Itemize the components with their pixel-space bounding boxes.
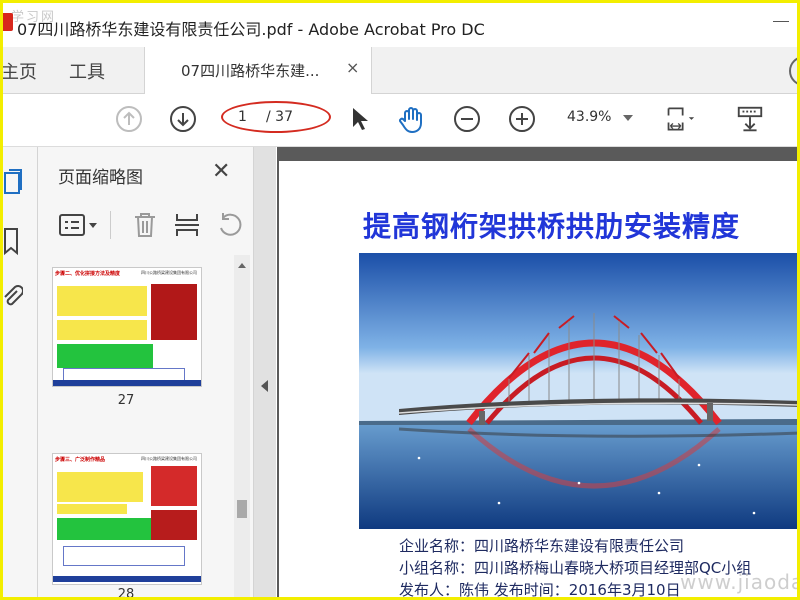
- arrow-down-circle-icon: [170, 106, 196, 132]
- left-navigation-rail: [3, 147, 38, 597]
- extract-pages-icon[interactable]: [173, 211, 201, 239]
- scrollbar-thumb[interactable]: [237, 500, 247, 518]
- publisher-line: 发布人：陈伟 发布时间：2016年3月10日: [399, 581, 681, 599]
- plus-circle-icon: [509, 106, 535, 132]
- panel-title: 页面缩略图: [58, 168, 143, 188]
- thumbnail-heading: 步骤三、广泛制作精品: [55, 457, 106, 463]
- previous-page-button[interactable]: [114, 104, 144, 134]
- document-headline: 提高钢桁架拱桥拱肋安装精度: [363, 210, 741, 243]
- zoom-dropdown-icon[interactable]: [623, 115, 633, 121]
- tab-document[interactable]: 07四川路桥华东建... ×: [144, 47, 372, 94]
- panel-toolbar: [38, 205, 253, 247]
- paperclip-icon[interactable]: [3, 283, 23, 313]
- options-menu-icon[interactable]: [58, 213, 102, 239]
- trash-icon[interactable]: [132, 211, 158, 239]
- select-tool-button[interactable]: [345, 104, 375, 134]
- tab-home[interactable]: 主页: [3, 58, 37, 84]
- bridge-photo: [359, 253, 797, 529]
- tab-document-label: 07四川路桥华东建...: [181, 62, 320, 80]
- thumbnail-caption: 四川公路桥梁建设集团有限公司: [141, 270, 197, 275]
- scroll-mode-button[interactable]: [735, 104, 765, 134]
- document-viewer[interactable]: 提高钢桁架拱桥拱肋安装精度 企业名称：四川路桥华东建设有限责任公司 小组名称：四…: [277, 147, 797, 597]
- thumbnail-photo: [151, 466, 197, 506]
- thumbnail-label-27: 27: [117, 393, 135, 408]
- company-name-line: 企业名称：四川路桥华东建设有限责任公司: [399, 537, 685, 555]
- pdf-page: 提高钢桁架拱桥拱肋安装精度 企业名称：四川路桥华东建设有限责任公司 小组名称：四…: [279, 161, 797, 599]
- thumbnail-green-block: [57, 344, 153, 368]
- pointer-arrow-icon: [353, 108, 368, 130]
- thumbnail-yellow-block: [57, 472, 143, 502]
- toolbar-divider: [110, 211, 111, 239]
- zoom-level-value: 43.9%: [567, 109, 612, 125]
- minus-circle-icon: [454, 106, 480, 132]
- page-thumbnails-panel: 页面缩略图 ✕ 步骤二、优化拼接方法及精度 四川公路桥梁建设集团有限公司 27: [38, 147, 254, 597]
- minimize-icon[interactable]: [773, 21, 789, 22]
- toolbar: 1 / 37 43.9%: [3, 94, 797, 147]
- scroll-up-icon[interactable]: [238, 263, 246, 268]
- page-thumbnails-icon[interactable]: [3, 169, 25, 199]
- hand-icon: [399, 107, 422, 133]
- thumbnails-list: 步骤二、优化拼接方法及精度 四川公路桥梁建设集团有限公司 27 步骤三、广泛制作…: [38, 255, 234, 597]
- thumbnail-green-block: [57, 518, 153, 540]
- thumbnail-photo: [151, 284, 197, 340]
- thumbnail-photo: [151, 510, 197, 540]
- thumbnail-heading: 步骤二、优化拼接方法及精度: [55, 271, 121, 277]
- acrobat-app-icon: [3, 13, 13, 31]
- thumbnail-yellow-block: [57, 320, 147, 340]
- help-icon[interactable]: [789, 56, 797, 86]
- tab-bar: 主页 工具 07四川路桥华东建... ×: [3, 47, 797, 94]
- thumbnail-footer-bar: [53, 576, 201, 582]
- hand-tool-button[interactable]: [397, 104, 427, 134]
- thumbnails-scrollbar[interactable]: [234, 255, 250, 597]
- keyboard-scroll-icon: [737, 106, 763, 132]
- title-bar: 学习网 07四川路桥华东建设有限责任公司.pdf - Adobe Acrobat…: [3, 3, 797, 47]
- fit-page-icon: [667, 107, 695, 131]
- app-window: 学习网 07四川路桥华东建设有限责任公司.pdf - Adobe Acrobat…: [0, 0, 800, 600]
- collapse-panel-icon[interactable]: [261, 380, 268, 392]
- panel-collapse-strip[interactable]: [254, 147, 276, 597]
- arrow-up-circle-icon: [116, 106, 142, 132]
- thumbnail-label-28: 28: [117, 587, 135, 597]
- tab-tools[interactable]: 工具: [69, 58, 105, 84]
- next-page-button[interactable]: [168, 104, 198, 134]
- thumbnail-page-28[interactable]: 步骤三、广泛制作精品 四川公路桥梁建设集团有限公司: [52, 453, 202, 585]
- watermark-bottom-right: www.jiaodao.com: [680, 570, 797, 594]
- bookmark-icon[interactable]: [3, 227, 21, 257]
- thumbnail-yellow-block: [57, 286, 147, 316]
- thumbnail-page-27[interactable]: 步骤二、优化拼接方法及精度 四川公路桥梁建设集团有限公司: [52, 267, 202, 387]
- thumbnail-caption: 四川公路桥梁建设集团有限公司: [141, 456, 197, 461]
- close-tab-icon[interactable]: ×: [346, 58, 359, 77]
- zoom-out-button[interactable]: [452, 104, 482, 134]
- thumbnail-yellow-block: [57, 504, 127, 514]
- rotate-icon[interactable]: [216, 211, 244, 239]
- zoom-in-button[interactable]: [507, 104, 537, 134]
- annotation-ellipse: [221, 101, 331, 133]
- close-panel-icon[interactable]: ✕: [212, 159, 230, 184]
- thumbnail-footer-bar: [53, 380, 201, 386]
- window-title: 07四川路桥华东建设有限责任公司.pdf - Adobe Acrobat Pro…: [17, 20, 485, 39]
- thumbnail-table: [63, 546, 185, 566]
- page-fit-button[interactable]: [665, 104, 695, 134]
